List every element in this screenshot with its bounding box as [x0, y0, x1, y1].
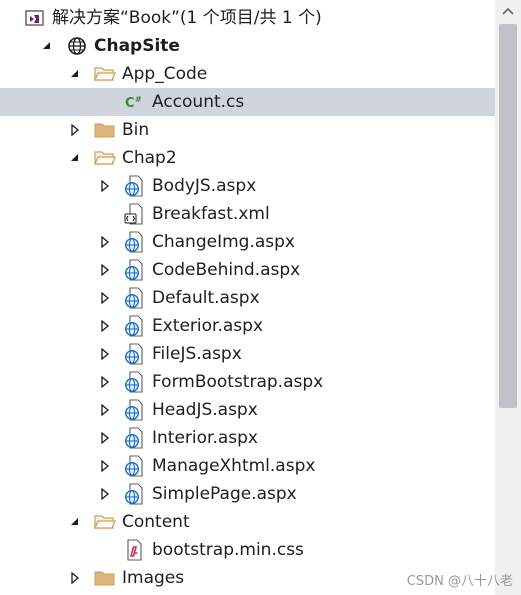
tree-item[interactable]: Chap2 — [0, 144, 495, 172]
tree-item-label: SimplePage.aspx — [152, 484, 297, 504]
scroll-up-arrow-icon[interactable] — [502, 6, 514, 16]
tree-item-label: Chap2 — [122, 148, 177, 168]
collapse-arrow-icon[interactable] — [68, 144, 82, 172]
csharp-file-icon: C # — [124, 91, 146, 113]
tree-item[interactable]: ManageXhtml.aspx — [0, 452, 495, 480]
expand-arrow-icon[interactable] — [98, 452, 112, 480]
tree-item-label: HeadJS.aspx — [152, 400, 258, 420]
tree-item[interactable]: FileJS.aspx — [0, 340, 495, 368]
tree-item-label: CodeBehind.aspx — [152, 260, 301, 280]
aspx-file-icon — [124, 483, 146, 505]
collapse-arrow-icon[interactable] — [40, 32, 54, 60]
tree-item[interactable]: Breakfast.xml — [0, 200, 495, 228]
tree-item-label: Content — [122, 512, 190, 532]
aspx-file-icon — [124, 399, 146, 421]
tree-item[interactable]: HeadJS.aspx — [0, 396, 495, 424]
tree-item[interactable]: App_Code — [0, 60, 495, 88]
xml-file-icon — [124, 203, 146, 225]
tree-item-label: Breakfast.xml — [152, 204, 270, 224]
tree-item[interactable]: Content — [0, 508, 495, 536]
tree-item-label: Images — [122, 568, 185, 588]
expand-arrow-icon[interactable] — [98, 424, 112, 452]
solution-node[interactable]: 解决方案“Book”(1 个项目/共 1 个) — [0, 4, 495, 32]
folder-icon — [94, 567, 116, 589]
aspx-file-icon — [124, 259, 146, 281]
tree-item-label: ChapSite — [94, 36, 180, 56]
expand-arrow-icon[interactable] — [98, 256, 112, 284]
tree-item[interactable]: Interior.aspx — [0, 424, 495, 452]
expand-arrow-icon[interactable] — [98, 340, 112, 368]
vertical-scrollbar[interactable] — [495, 0, 521, 595]
expand-arrow-icon[interactable] — [98, 172, 112, 200]
expand-arrow-icon[interactable] — [98, 396, 112, 424]
aspx-file-icon — [124, 343, 146, 365]
expand-arrow-icon[interactable] — [98, 368, 112, 396]
folder-open-icon — [94, 511, 116, 533]
tree-item[interactable]: C # Account.cs — [0, 88, 495, 116]
svg-text:#: # — [135, 95, 142, 104]
aspx-file-icon — [124, 455, 146, 477]
css-file-icon — [124, 539, 146, 561]
aspx-file-icon — [124, 175, 146, 197]
tree-item[interactable]: FormBootstrap.aspx — [0, 368, 495, 396]
collapse-arrow-icon[interactable] — [68, 508, 82, 536]
aspx-file-icon — [124, 315, 146, 337]
aspx-file-icon — [124, 287, 146, 309]
tree-item-label: ManageXhtml.aspx — [152, 456, 316, 476]
tree-item-label: Bin — [122, 120, 150, 140]
tree-item-label: BodyJS.aspx — [152, 176, 257, 196]
tree-item[interactable]: Exterior.aspx — [0, 312, 495, 340]
tree-item[interactable]: bootstrap.min.css — [0, 536, 495, 564]
folder-open-icon — [94, 147, 116, 169]
solution-title: 解决方案“Book”(1 个项目/共 1 个) — [52, 8, 322, 28]
tree-item-label: FileJS.aspx — [152, 344, 242, 364]
tree-item-label: Exterior.aspx — [152, 316, 263, 336]
aspx-file-icon — [124, 231, 146, 253]
expand-arrow-icon[interactable] — [98, 480, 112, 508]
tree-item[interactable]: ChangeImg.aspx — [0, 228, 495, 256]
no-twisty — [98, 536, 112, 564]
website-icon — [66, 35, 88, 57]
expand-arrow-icon[interactable] — [68, 564, 82, 592]
no-twisty — [98, 200, 112, 228]
tree-item-label: Default.aspx — [152, 288, 260, 308]
tree-item-label: Account.cs — [152, 92, 245, 112]
tree-item-label: App_Code — [122, 64, 208, 84]
expand-arrow-icon[interactable] — [98, 284, 112, 312]
no-twisty — [98, 88, 112, 116]
tree-item[interactable]: ChapSite — [0, 32, 495, 60]
scrollbar-thumb[interactable] — [499, 24, 517, 408]
tree-item-label: bootstrap.min.css — [152, 540, 304, 560]
folder-open-icon — [94, 63, 116, 85]
solution-icon — [24, 7, 46, 29]
aspx-file-icon — [124, 427, 146, 449]
tree-item[interactable]: SimplePage.aspx — [0, 480, 495, 508]
tree-item-label: ChangeImg.aspx — [152, 232, 295, 252]
tree-item-label: FormBootstrap.aspx — [152, 372, 324, 392]
aspx-file-icon — [124, 371, 146, 393]
watermark-text: CSDN @八十八老 — [406, 574, 513, 589]
solution-explorer-tree: 解决方案“Book”(1 个项目/共 1 个) ChapSite App_Code… — [0, 0, 495, 595]
collapse-arrow-icon[interactable] — [68, 60, 82, 88]
tree-item[interactable]: Default.aspx — [0, 284, 495, 312]
expand-arrow-icon[interactable] — [98, 312, 112, 340]
svg-text:C: C — [125, 96, 135, 111]
tree-item[interactable]: CodeBehind.aspx — [0, 256, 495, 284]
expand-arrow-icon[interactable] — [98, 228, 112, 256]
tree-item-label: Interior.aspx — [152, 428, 258, 448]
tree-item[interactable]: BodyJS.aspx — [0, 172, 495, 200]
expand-arrow-icon[interactable] — [68, 116, 82, 144]
tree-item[interactable]: Bin — [0, 116, 495, 144]
folder-icon — [94, 119, 116, 141]
